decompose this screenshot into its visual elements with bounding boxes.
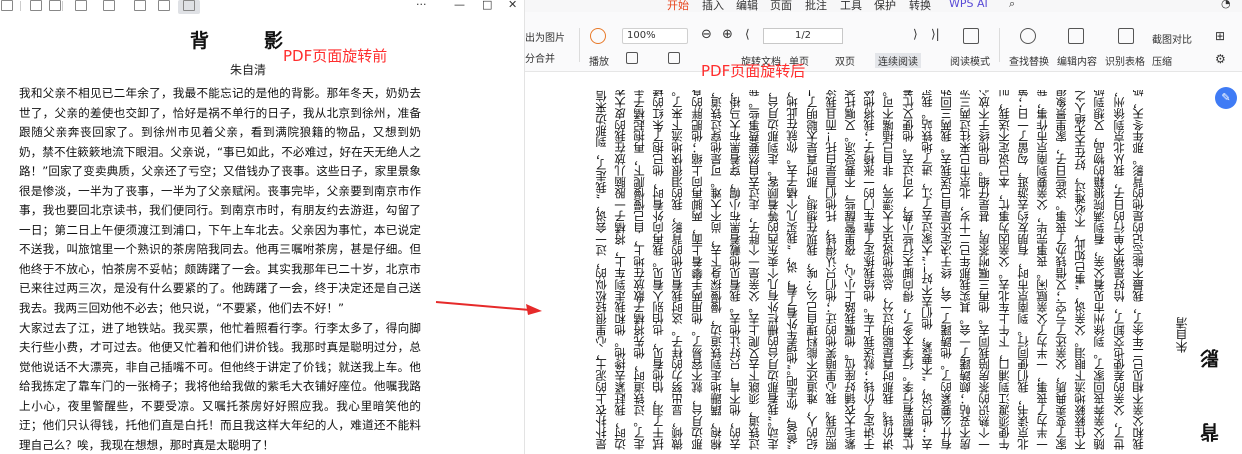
menu-bar: 开始 插入 编辑 页面 批注 工具 保护 转换 WPS AI ⌕ ◔: [525, 0, 1242, 12]
read-mode-button[interactable]: 阅读模式: [950, 53, 990, 68]
rotated-text-column: 不住簌簌地流下眼泪。父亲说，“事已如此，不必难过，好在天无绝人之路！”回: [1073, 90, 1088, 450]
read-mode-icon[interactable]: [963, 28, 979, 44]
toolbar-divider: [62, 1, 63, 11]
play-icon[interactable]: [590, 28, 606, 44]
crop-icon[interactable]: [158, 0, 170, 11]
annotation-after-rotation: PDF页面旋转后: [701, 62, 806, 80]
edit-content-button[interactable]: 编辑内容: [1057, 53, 1097, 68]
rotated-text-column: 纪的人，难道还不能料理自己么？唉，我现在想想，那时真是太聪明了！我说道，: [804, 90, 819, 450]
right-pane-after-rotation: 开始 插入 编辑 页面 批注 工具 保护 转换 WPS AI ⌕ ◔ 出为图片 …: [524, 0, 1242, 454]
minimize-button[interactable]: —: [454, 0, 465, 11]
settings-icon[interactable]: ⚙: [1215, 52, 1226, 66]
find-replace-icon[interactable]: [1020, 28, 1036, 44]
rotated-text-column: 世了，父亲的差使也交卸了，恰好是祸不单行的日子，我从北京到徐州，准备跟: [1111, 90, 1126, 450]
rotated-text-column: 棉袍，蹒跚地走到铁道边，慢慢探身下去，尚不大难。可是他穿过铁道，要爬上: [708, 90, 723, 450]
rotated-text-columns: 我和父亲不相见已二年余了，我最不能忘记的是他的背影。那年冬天，奶奶去 世了，父亲的…: [525, 90, 1148, 450]
edit-icon[interactable]: [103, 0, 115, 11]
translate-icon[interactable]: ✎: [1215, 87, 1237, 109]
fit-width-icon[interactable]: [626, 52, 638, 64]
wps-ai-button[interactable]: WPS AI: [949, 0, 988, 10]
rotated-document-title: 背 影: [1200, 331, 1222, 442]
rotated-text-column: 忙着照看行李。行李太多了，得向脚夫行些小费，才可过去。他便又忙着和他们: [900, 90, 915, 450]
rotated-text-column: 拭干了泪，怕他看见，也怕别人看见。我再向外看时，他已抱了朱红的橘子往回: [651, 90, 666, 450]
recognize-table-button[interactable]: 识别表格: [1105, 53, 1145, 68]
ribbon-divider: [999, 28, 1000, 62]
rotated-text-column: 过铁道，须跳下去又爬上去。父亲是一个胖子，走过去自然要费事些。我本来要: [747, 90, 762, 450]
rotated-text-column: 走动。”我看那边月台的栅栏外有几个卖东西的等着顾客。走到那边月台，须穿: [766, 90, 781, 450]
rotated-text-column: 去；他只说，“不要紧，他们去不好！”大家过去了江，进了地铁站。我买票，他: [919, 90, 934, 450]
maximize-button[interactable]: □: [482, 0, 492, 11]
page-icon[interactable]: [75, 0, 87, 11]
page-number-input[interactable]: 1/2: [763, 28, 843, 44]
rotated-text-column: 于讲定了价钱；就送我上车。他给我拣定了靠车门的一张椅子；我将他给我做的: [862, 90, 877, 450]
export-icon[interactable]: [183, 0, 195, 11]
ribbon-toolbar: 出为图片 分合并 播放 100% ⊖ ⊕ ⟨ 1/2 ⟩ ⟩| 旋转文档 单页 …: [525, 12, 1242, 72]
edit-content-icon[interactable]: [1068, 28, 1084, 44]
rotated-text-column: 微倾，显出努力的样子。这时我看见他的背影，我的泪很快地流下来了。我赶紧: [670, 90, 685, 450]
close-button[interactable]: ✕: [508, 0, 517, 11]
left-toolbar: ··· — □ ✕: [0, 0, 524, 14]
split-merge-button[interactable]: 分合并: [525, 50, 555, 65]
screenshot-compare-button[interactable]: 截图对比: [1152, 31, 1192, 46]
toolbar-divider: [20, 1, 21, 11]
zoom-fit-icon[interactable]: [1, 0, 13, 11]
annotation-before-rotation: PDF页面旋转前: [283, 47, 388, 65]
next-page-icon[interactable]: ⟩: [913, 27, 918, 41]
account-icon[interactable]: ◔: [1221, 0, 1231, 10]
left-pane-before-rotation: ··· — □ ✕ 背 影 PDF页面旋转前 朱自清 我和父亲不相见已二年余了，…: [0, 0, 524, 454]
zoom-out-icon[interactable]: ⊖: [701, 27, 712, 42]
rotated-text-column: 去的，他不肯，只好让他去。我看见他戴着黑布小帽，穿着黑布大马褂，深青布: [727, 90, 742, 450]
rotated-text-column: 一个熟识的茶房陪我同去。他再三嘱咐茶房，甚是仔细。但他终于不放心，怕茶: [977, 90, 992, 450]
rotated-text-column: 随父亲奔丧回家了。到徐州市见着父亲，看到满院狼籍的物品，又想到奶奶，禁: [1092, 90, 1107, 450]
rotated-text-column: 是扑扑衣上的泥土，心里很轻松似的，过一会说，“我走了，到那边来信！”我望: [593, 90, 608, 450]
rotated-document-author: 朱自清: [1175, 317, 1189, 353]
grid-view-icon[interactable]: [30, 0, 42, 11]
rotated-text-column: 家了变卖典质，父亲还了亏空；又借钱办了丧事。这些日子，家里景象很是惨淡，: [1054, 90, 1069, 450]
document-body: 我和父亲不相见已二年余了，我最不能忘记的是他的背影。那年冬天，奶奶去世了，父亲的…: [19, 86, 421, 452]
arrow-icon: [435, 301, 542, 315]
table-icon[interactable]: [49, 0, 61, 11]
ribbon-divider: [579, 28, 580, 62]
compress-button[interactable]: 压缩: [1152, 53, 1172, 68]
rotated-text-column: 午便须渡江到浦口，下午上车北去。父亲因为事忙，本已说定不送我，叫旅馆里: [996, 90, 1011, 450]
play-label[interactable]: 播放: [589, 53, 609, 68]
rotated-text-column: 走了。过铁道时，他先将橘子散放在地上，自己慢慢爬下，再抱起橘子走。到这: [631, 90, 646, 450]
more-icon[interactable]: ···: [416, 0, 427, 11]
find-replace-button[interactable]: 查找替换: [1009, 53, 1049, 68]
zoom-in-icon[interactable]: ⊕: [722, 27, 733, 42]
translate-small-icon[interactable]: ⊞: [1215, 29, 1225, 43]
document-author: 朱自清: [230, 63, 267, 77]
zoom-select[interactable]: 100%: [622, 28, 688, 44]
search-icon[interactable]: ⌕: [1009, 0, 1015, 11]
rotated-text-column: 边时，我赶紧去搀他。他和我走到车上，将橘子一股脑儿放在我的皮大衣上。于: [612, 90, 627, 450]
rotated-text-column: “爸爸，你走吧。”他望车外看了看，说，“我买几个橘子去。你就在此地，不要: [785, 90, 800, 450]
rotate-icon[interactable]: [134, 0, 146, 11]
rotated-text-column: 讲价钱。我那时真是聪明过分，总觉他说话不大漂亮，非自己插嘴不可。但他终: [881, 90, 896, 450]
rotated-text-column: 有什么要紧的了。他踌躇了一会，终于决定还是自己送我去。我两三回劝他不必: [938, 90, 953, 450]
screenshot-root: ··· — □ ✕ 背 影 PDF页面旋转前 朱自清 我和父亲不相见已二年余了，…: [0, 0, 1242, 454]
fit-page-icon[interactable]: [668, 52, 680, 64]
rotated-text-column: 房不妥帖；颇踌躇了一会。其实我那年已二十岁，北京市已来往过两三次，是没: [958, 90, 973, 450]
recognize-table-icon[interactable]: [1118, 28, 1134, 44]
last-page-icon[interactable]: ⟩|: [931, 27, 940, 41]
export-image-button[interactable]: 出为图片: [525, 29, 565, 44]
rotated-text-column: 照应我。我心里暗笑他的迂；他们只认得钱，托他们直是白托！而且我这样大年: [823, 90, 838, 450]
double-page-button[interactable]: 双页: [835, 53, 855, 68]
continuous-read-button[interactable]: 连续阅读: [875, 53, 921, 68]
rotated-text-column: 我和父亲不相见已二年余了，我最不能忘记的是他的背影。那年冬天，奶奶去: [1130, 90, 1145, 450]
rotated-text-column: 一半为了丧事，一半为了父亲赋闲。丧事完毕，父亲要到南京市作事，我也要回: [1034, 90, 1049, 450]
rotated-document-page: ✎ 背 影 朱自清 我和父亲不相见已二年余了，我最不能忘记的是他的背影。那年冬天…: [525, 73, 1242, 454]
rotated-text-column: 紫毛大衣铺好座位。他嘱我路上小心，夜里警醒些，不要受凉。又嘱托茶房好好: [843, 90, 857, 450]
rotated-text-column: 那边月台，就不容易了。他用两手攀着上面，两脚再向上缩；他肥胖的身子向左: [689, 90, 704, 450]
prev-page-icon[interactable]: ⟨: [745, 27, 750, 41]
rotated-text-column: 北京读书，我们便同行。到南京市时，有朋友约去游逛，勾留了一日；第二日上: [1015, 90, 1030, 450]
